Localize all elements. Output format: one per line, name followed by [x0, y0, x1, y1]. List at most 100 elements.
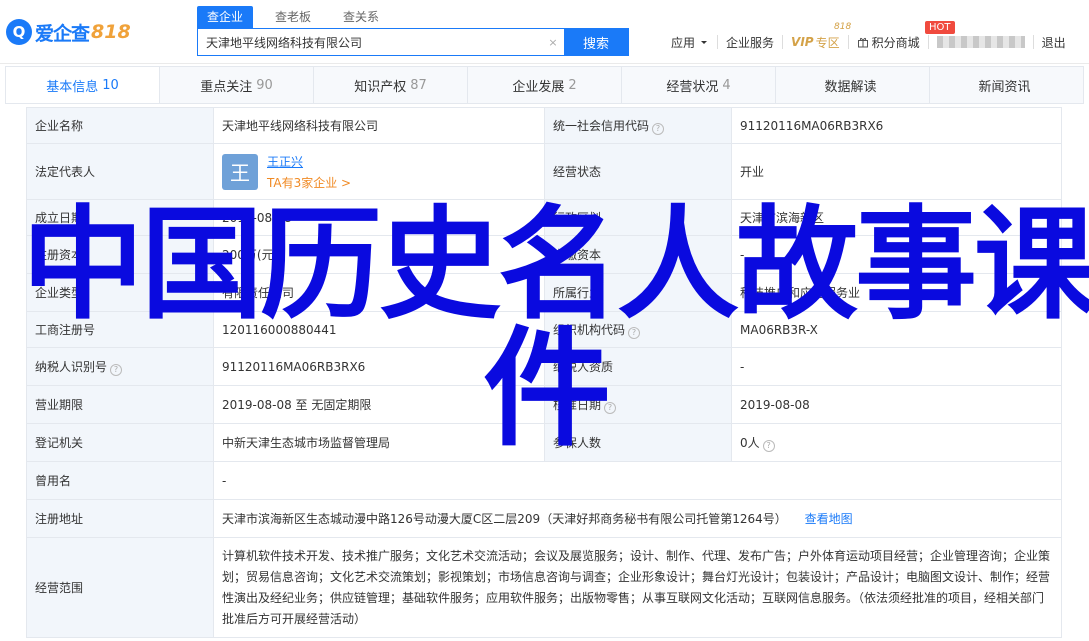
logo-icon: Q	[6, 19, 32, 45]
table-row: 企业类型 有限责任公司 所属行业 科技推广和应用服务业	[26, 273, 1062, 312]
approve-label: 核准日期	[553, 397, 602, 412]
industry-value: 科技推广和应用服务业	[731, 273, 1062, 312]
top-header: Q 爱企查 818 查企业 查老板 查关系 × 搜索 818 HOT 应用 企业…	[0, 0, 1089, 64]
table-row: 登记机关 中新天津生态城市场监督管理局 参保人数 0人?	[26, 423, 1062, 462]
tab-label: 基本信息	[46, 79, 99, 95]
taxpayer-qual: -	[731, 347, 1062, 386]
vip-818-mark: 818	[834, 22, 852, 32]
org-code: MA06RB3R-X	[731, 311, 1062, 348]
tab-count: 4	[722, 77, 731, 93]
table-row: 经营范围 计算机软件技术开发、技术推广服务；文化艺术交流活动；会议及展览服务；设…	[26, 537, 1062, 638]
vip-sub-label: 专区	[815, 35, 840, 50]
cell-label: 注册地址	[26, 499, 214, 538]
cell-label: 经营范围	[26, 537, 214, 638]
taxpayer-label: 纳税人识别号	[35, 359, 108, 374]
help-icon[interactable]: ?	[762, 439, 775, 452]
paid-capital-value: -	[731, 235, 1062, 274]
cell-label: 曾用名	[26, 461, 214, 500]
capital-value: 200万(元)	[213, 235, 545, 274]
credit-code-label: 统一社会信用代码	[553, 118, 650, 133]
table-row: 纳税人识别号? 91120116MA06RB3RX6 纳税人资质 -	[26, 347, 1062, 386]
cell-label: 成立日期	[26, 199, 214, 236]
cell-label: 纳税人资质	[544, 347, 732, 386]
tab-search-boss[interactable]: 查老板	[265, 6, 321, 28]
top-nav: 应用 企业服务 VIP 专区 积分商城 退出	[671, 33, 1074, 51]
cell-label: 所属行业	[544, 273, 732, 312]
tab-label: 数据解读	[824, 79, 877, 95]
nav-vip[interactable]: VIP 专区	[782, 35, 848, 50]
region-value: 天津市滨海新区	[731, 199, 1062, 236]
cell-label: 统一社会信用代码?	[544, 107, 732, 144]
taxpayer-id: 91120116MA06RB3RX6	[213, 347, 545, 386]
tab-count: 2	[568, 77, 577, 93]
legal-rep-name-link[interactable]: 王正兴	[267, 153, 351, 170]
reg-no: 120116000880441	[213, 311, 545, 348]
cell-label: 参保人数	[544, 423, 732, 462]
insured-cell: 0人?	[731, 423, 1062, 462]
user-account[interactable]	[927, 35, 1033, 49]
business-scope: 计算机软件技术开发、技术推广服务；文化艺术交流活动；会议及展览服务；设计、制作、…	[213, 537, 1062, 638]
tab-search-relation[interactable]: 查关系	[333, 6, 389, 28]
tab-key-focus[interactable]: 重点关注 90	[160, 67, 314, 103]
logo[interactable]: Q 爱企查 818	[6, 18, 131, 46]
cell-label: 工商注册号	[26, 311, 214, 348]
tab-count: 90	[256, 77, 273, 93]
address-cell: 天津市滨海新区生态城动漫中路126号动漫大厦C区二层209（天津好邦商务秘书有限…	[213, 499, 1062, 538]
view-map-link[interactable]: 查看地图	[805, 512, 853, 526]
tab-news[interactable]: 新闻资讯	[930, 67, 1083, 103]
cell-label: 登记机关	[26, 423, 214, 462]
table-row: 注册地址 天津市滨海新区生态城动漫中路126号动漫大厦C区二层209（天津好邦商…	[26, 499, 1062, 538]
nav-enterprise-service[interactable]: 企业服务	[717, 35, 782, 50]
cell-label: 企业类型	[26, 273, 214, 312]
logo-text: 爱企查	[35, 22, 90, 45]
table-row: 营业期限 2019-08-08 至 无固定期限 核准日期? 2019-08-08	[26, 385, 1062, 424]
address-value: 天津市滨海新区生态城动漫中路126号动漫大厦C区二层209（天津好邦商务秘书有限…	[222, 512, 787, 526]
tab-basic-info[interactable]: 基本信息 10	[6, 67, 160, 103]
tab-operation[interactable]: 经营状况 4	[622, 67, 776, 103]
search-button[interactable]: 搜索	[564, 29, 628, 55]
cell-label: 实缴资本	[544, 235, 732, 274]
nav-apply-label: 应用	[671, 35, 696, 50]
basic-info-table: 企业名称 天津地平线网络科技有限公司 统一社会信用代码? 91120116MA0…	[26, 107, 1062, 638]
search-input[interactable]	[198, 29, 542, 55]
tab-label: 新闻资讯	[978, 79, 1031, 95]
search-tabs: 查企业 查老板 查关系	[197, 6, 401, 28]
credit-code: 91120116MA06RB3RX6	[731, 107, 1062, 144]
logo-number: 818	[91, 21, 131, 43]
former-name: -	[213, 461, 1062, 500]
table-row: 企业名称 天津地平线网络科技有限公司 统一社会信用代码? 91120116MA0…	[26, 107, 1062, 144]
approve-date: 2019-08-08	[731, 385, 1062, 424]
cell-label: 行政区划	[544, 199, 732, 236]
table-row: 法定代表人 王 王正兴 TA有3家企业 > 经营状态 开业	[26, 143, 1062, 200]
help-icon[interactable]: ?	[628, 326, 641, 339]
tab-data-analysis[interactable]: 数据解读	[776, 67, 930, 103]
tab-label: 经营状况	[666, 79, 719, 95]
cell-label: 法定代表人	[26, 143, 214, 200]
help-icon[interactable]: ?	[652, 122, 665, 135]
help-icon[interactable]: ?	[604, 401, 617, 414]
cell-label: 经营状态	[544, 143, 732, 200]
tab-count: 10	[102, 77, 119, 93]
avatar[interactable]: 王	[222, 153, 258, 190]
tab-label: 企业发展	[512, 79, 565, 95]
tab-development[interactable]: 企业发展 2	[468, 67, 622, 103]
nav-points-mall[interactable]: 积分商城	[847, 35, 928, 50]
user-name-blurred	[936, 36, 1025, 48]
tab-search-company[interactable]: 查企业	[197, 6, 254, 28]
tab-ip[interactable]: 知识产权 87	[314, 67, 468, 103]
org-code-label: 组织机构代码	[553, 322, 626, 337]
tab-count: 87	[410, 77, 427, 93]
table-row: 成立日期 2019-08-08 行政区划 天津市滨海新区	[26, 199, 1062, 236]
help-icon[interactable]: ?	[110, 363, 123, 376]
clear-icon[interactable]: ×	[542, 29, 564, 55]
points-mall-label: 积分商城	[871, 35, 920, 50]
legal-rep-companies-link[interactable]: TA有3家企业 >	[267, 174, 351, 191]
founded-date: 2019-08-08	[213, 199, 545, 236]
company-name: 天津地平线网络科技有限公司	[213, 107, 545, 144]
detail-tabs: 基本信息 10 重点关注 90 知识产权 87 企业发展 2 经营状况 4 数据解读 新闻…	[5, 66, 1084, 104]
logout-link[interactable]: 退出	[1032, 35, 1074, 50]
nav-apply[interactable]: 应用	[671, 35, 717, 50]
table-row: 曾用名 -	[26, 461, 1062, 500]
cell-label: 纳税人识别号?	[26, 347, 214, 386]
business-term: 2019-08-08 至 无固定期限	[213, 385, 545, 424]
